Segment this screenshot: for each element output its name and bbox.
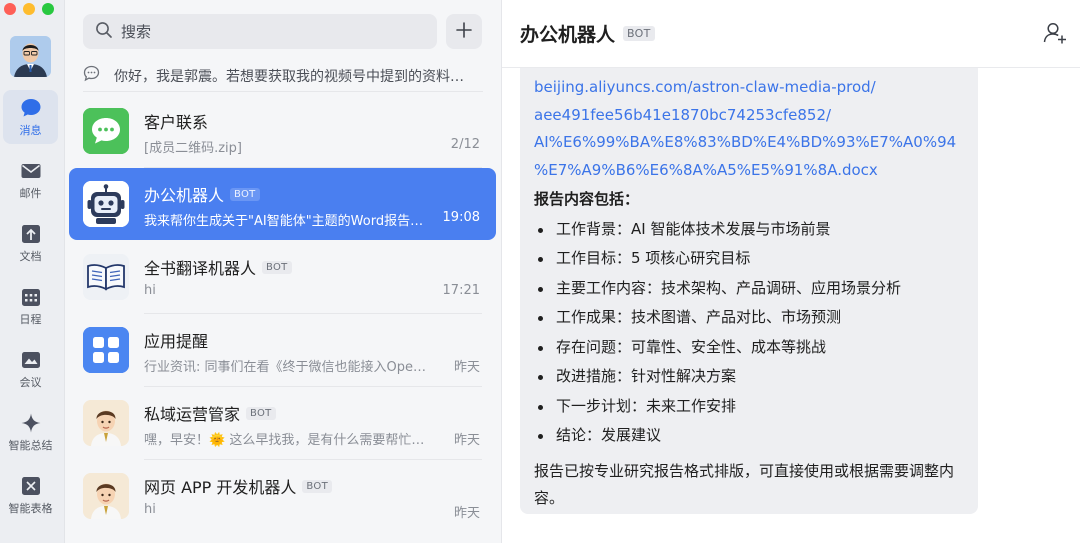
search-box[interactable]: 搜索 [83,14,437,49]
conversation-time: 昨天 [453,506,480,521]
add-member-icon[interactable] [1042,20,1068,46]
meeting-icon [20,349,42,371]
rail-item-label: 会议 [19,375,42,389]
bot-badge: BOT [230,187,260,201]
message-bubble: beijing.aliyuncs.com/astron-claw-media-p… [520,68,978,514]
chat-bubble-icon [20,97,42,119]
list-item: 工作成果：技术图谱、产品对比、市场预测 [534,303,964,333]
zoom-window-button[interactable] [42,3,54,15]
rail-item-docs[interactable]: 文档 [3,216,58,270]
rail-item-messages[interactable]: 消息 [3,90,58,144]
rail-item-smart-summary[interactable]: 智能总结 [3,405,58,459]
bot-badge: BOT [623,26,655,41]
list-item: 结论：发展建议 [534,421,964,451]
nav-rail: 消息 邮件 文档 日程 会议 智能总结 智能表格 [0,0,65,543]
list-item: 下一步计划：未来工作安排 [534,392,964,422]
chat-panel: 办公机器人 BOT beijing.aliyuncs.com/astron-cl… [502,0,1080,543]
conversation-title: 网页 APP 开发机器人 BOT [144,474,332,498]
link-line[interactable]: beijing.aliyuncs.com/astron-claw-media-p… [534,74,964,102]
file-link[interactable]: beijing.aliyuncs.com/astron-claw-media-p… [534,74,964,184]
conversation-time: 19:08 [442,210,480,225]
rail-item-meeting[interactable]: 会议 [3,342,58,396]
chat-header: 办公机器人 BOT [502,0,1080,68]
rail-item-smart-table[interactable]: 智能表格 [3,468,58,522]
report-summary: 报告已按专业研究报告格式排版，可直接使用或根据需要调整内容。 [534,461,955,507]
report-heading: 报告内容包括： [534,190,640,208]
conversation-preview: hi [144,502,156,517]
conversation-time: 17:21 [442,283,480,298]
list-item: 主要工作内容：技术架构、产品调研、应用场景分析 [534,274,964,304]
robot-avatar-icon [83,181,129,227]
rail-item-label: 文档 [19,249,42,263]
conversation-title: 私域运营管家 BOT [144,401,276,425]
conversation-item[interactable]: 网页 APP 开发机器人 BOT hi 昨天 [69,460,496,532]
conversation-title: 办公机器人 BOT [144,182,260,206]
list-item: 改进措施：针对性解决方案 [534,362,964,392]
minimize-window-button[interactable] [23,3,35,15]
mail-icon [20,160,42,182]
link-line[interactable]: aee491fee56b41e1870bc74253cfe852/ [534,102,964,130]
document-icon [20,223,42,245]
list-item: 工作目标：5 项核心研究目标 [534,244,964,274]
add-button[interactable] [446,14,482,49]
rail-item-label: 邮件 [19,186,42,200]
bot-badge: BOT [246,406,276,420]
book-avatar-icon [83,254,129,300]
list-item: 工作背景：AI 智能体技术发展与市场前景 [534,215,964,245]
message-bubble-icon [83,65,100,86]
conversation-name: 全书翻译机器人 [144,259,257,278]
conversation-time: 昨天 [453,360,480,375]
wechat-avatar-icon [83,108,129,154]
conversation-title: 客户联系 [144,109,208,133]
conversation-list-panel: 搜索 你好，我是郭震。若想要获取我的视频号中提到的资料，请先关注我的视频号 客户… [65,0,502,543]
search-input[interactable]: 搜索 [121,21,151,42]
link-line[interactable]: AI%E6%99%BA%E8%83%BD%E4%BD%93%E7%A0%94 [534,129,964,157]
conversation-item[interactable]: 客户联系 [成员二维码.zip] 2/12 [69,95,496,168]
notice-bar[interactable]: 你好，我是郭震。若想要获取我的视频号中提到的资料，请先关注我的视频号 [83,60,483,92]
search-icon [95,21,113,43]
conversation-title: 应用提醒 [144,328,208,352]
conversation-name: 应用提醒 [144,332,209,351]
bot-badge: BOT [262,260,292,274]
list-item: 存在问题：可靠性、安全性、成本等挑战 [534,333,964,363]
rail-item-label: 智能总结 [8,438,53,452]
conversation-name: 办公机器人 [144,186,225,205]
conversation-title: 全书翻译机器人 BOT [144,255,292,279]
rail-item-label: 消息 [19,123,42,137]
conversation-name: 私域运营管家 [144,405,241,424]
conversation-item[interactable]: 应用提醒 行业资讯: 同事们在看《终于微信也能接入OpenClaw了》 昨天 [69,314,496,387]
link-line[interactable]: %E7%A9%B6%E6%8A%A5%E5%91%8A.docx [534,157,964,185]
rail-item-label: 智能表格 [8,501,53,515]
smart-table-icon [20,475,42,497]
conversation-time: 昨天 [453,433,480,448]
app-grid-avatar-icon [83,327,129,373]
bot-badge: BOT [302,479,332,493]
sparkle-icon [20,412,42,434]
rail-item-calendar[interactable]: 日程 [3,279,58,333]
conversation-time: 2/12 [450,137,480,152]
notice-text: 你好，我是郭震。若想要获取我的视频号中提到的资料，请先关注我的视频号 [114,68,474,85]
close-window-button[interactable] [4,3,16,15]
calendar-icon [20,286,42,308]
report-contents-list: 工作背景：AI 智能体技术发展与市场前景 工作目标：5 项核心研究目标 主要工作… [534,215,964,451]
plus-icon [455,21,473,43]
conversation-preview: 嘿，早安！🌞 这么早找我，是有什么需要帮忙的吗？ [144,433,428,448]
conversation-item[interactable]: 全书翻译机器人 BOT hi 17:21 [69,241,496,314]
conversation-preview: 我来帮你生成关于"AI智能体"主题的Word报告文档 [144,214,428,229]
conversation-preview: 行业资讯: 同事们在看《终于微信也能接入OpenClaw了》 [144,360,428,375]
cartoon-man-avatar-icon [83,400,129,446]
conversation-item[interactable]: 私域运营管家 BOT 嘿，早安！🌞 这么早找我，是有什么需要帮忙的吗？ 昨天 [69,387,496,460]
conversation-preview: hi [144,283,156,298]
rail-item-mail[interactable]: 邮件 [3,153,58,207]
conversation-name: 网页 APP 开发机器人 [144,478,297,497]
cartoon-man-avatar-icon [83,473,129,519]
conversation-name: 客户联系 [144,113,209,132]
rail-item-label: 日程 [19,312,42,326]
conversation-preview: [成员二维码.zip] [144,141,242,156]
chat-title: 办公机器人 [520,24,616,46]
conversation-item-active[interactable]: 办公机器人 BOT 我来帮你生成关于"AI智能体"主题的Word报告文档 19:… [69,168,496,240]
window-controls [4,3,54,15]
user-avatar[interactable] [10,36,51,77]
